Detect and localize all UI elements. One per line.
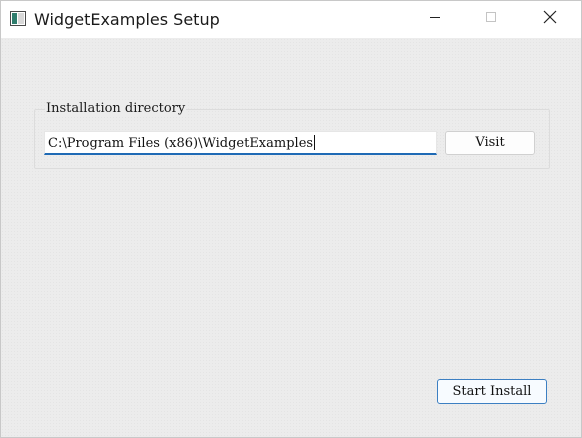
close-button[interactable]	[527, 1, 573, 37]
title-bar[interactable]: WidgetExamples Setup	[1, 1, 581, 38]
app-window-icon	[10, 11, 26, 26]
close-icon	[543, 10, 557, 29]
visit-button[interactable]: Visit	[445, 131, 535, 155]
minimize-icon	[429, 10, 441, 28]
maximize-icon	[485, 10, 497, 28]
client-area: Installation directory C:\Program Files …	[1, 38, 581, 437]
group-title: Installation directory	[45, 101, 187, 116]
start-install-button[interactable]: Start Install	[437, 379, 547, 404]
install-path-value: C:\Program Files (x86)\WidgetExamples	[48, 136, 314, 151]
maximize-button[interactable]	[468, 1, 514, 37]
window-title: WidgetExamples Setup	[34, 10, 220, 29]
install-path-input[interactable]: C:\Program Files (x86)\WidgetExamples	[44, 131, 437, 155]
minimize-button[interactable]	[412, 1, 458, 37]
setup-window: WidgetExamples Setup Installation direct…	[0, 0, 582, 438]
text-caret	[314, 135, 316, 150]
